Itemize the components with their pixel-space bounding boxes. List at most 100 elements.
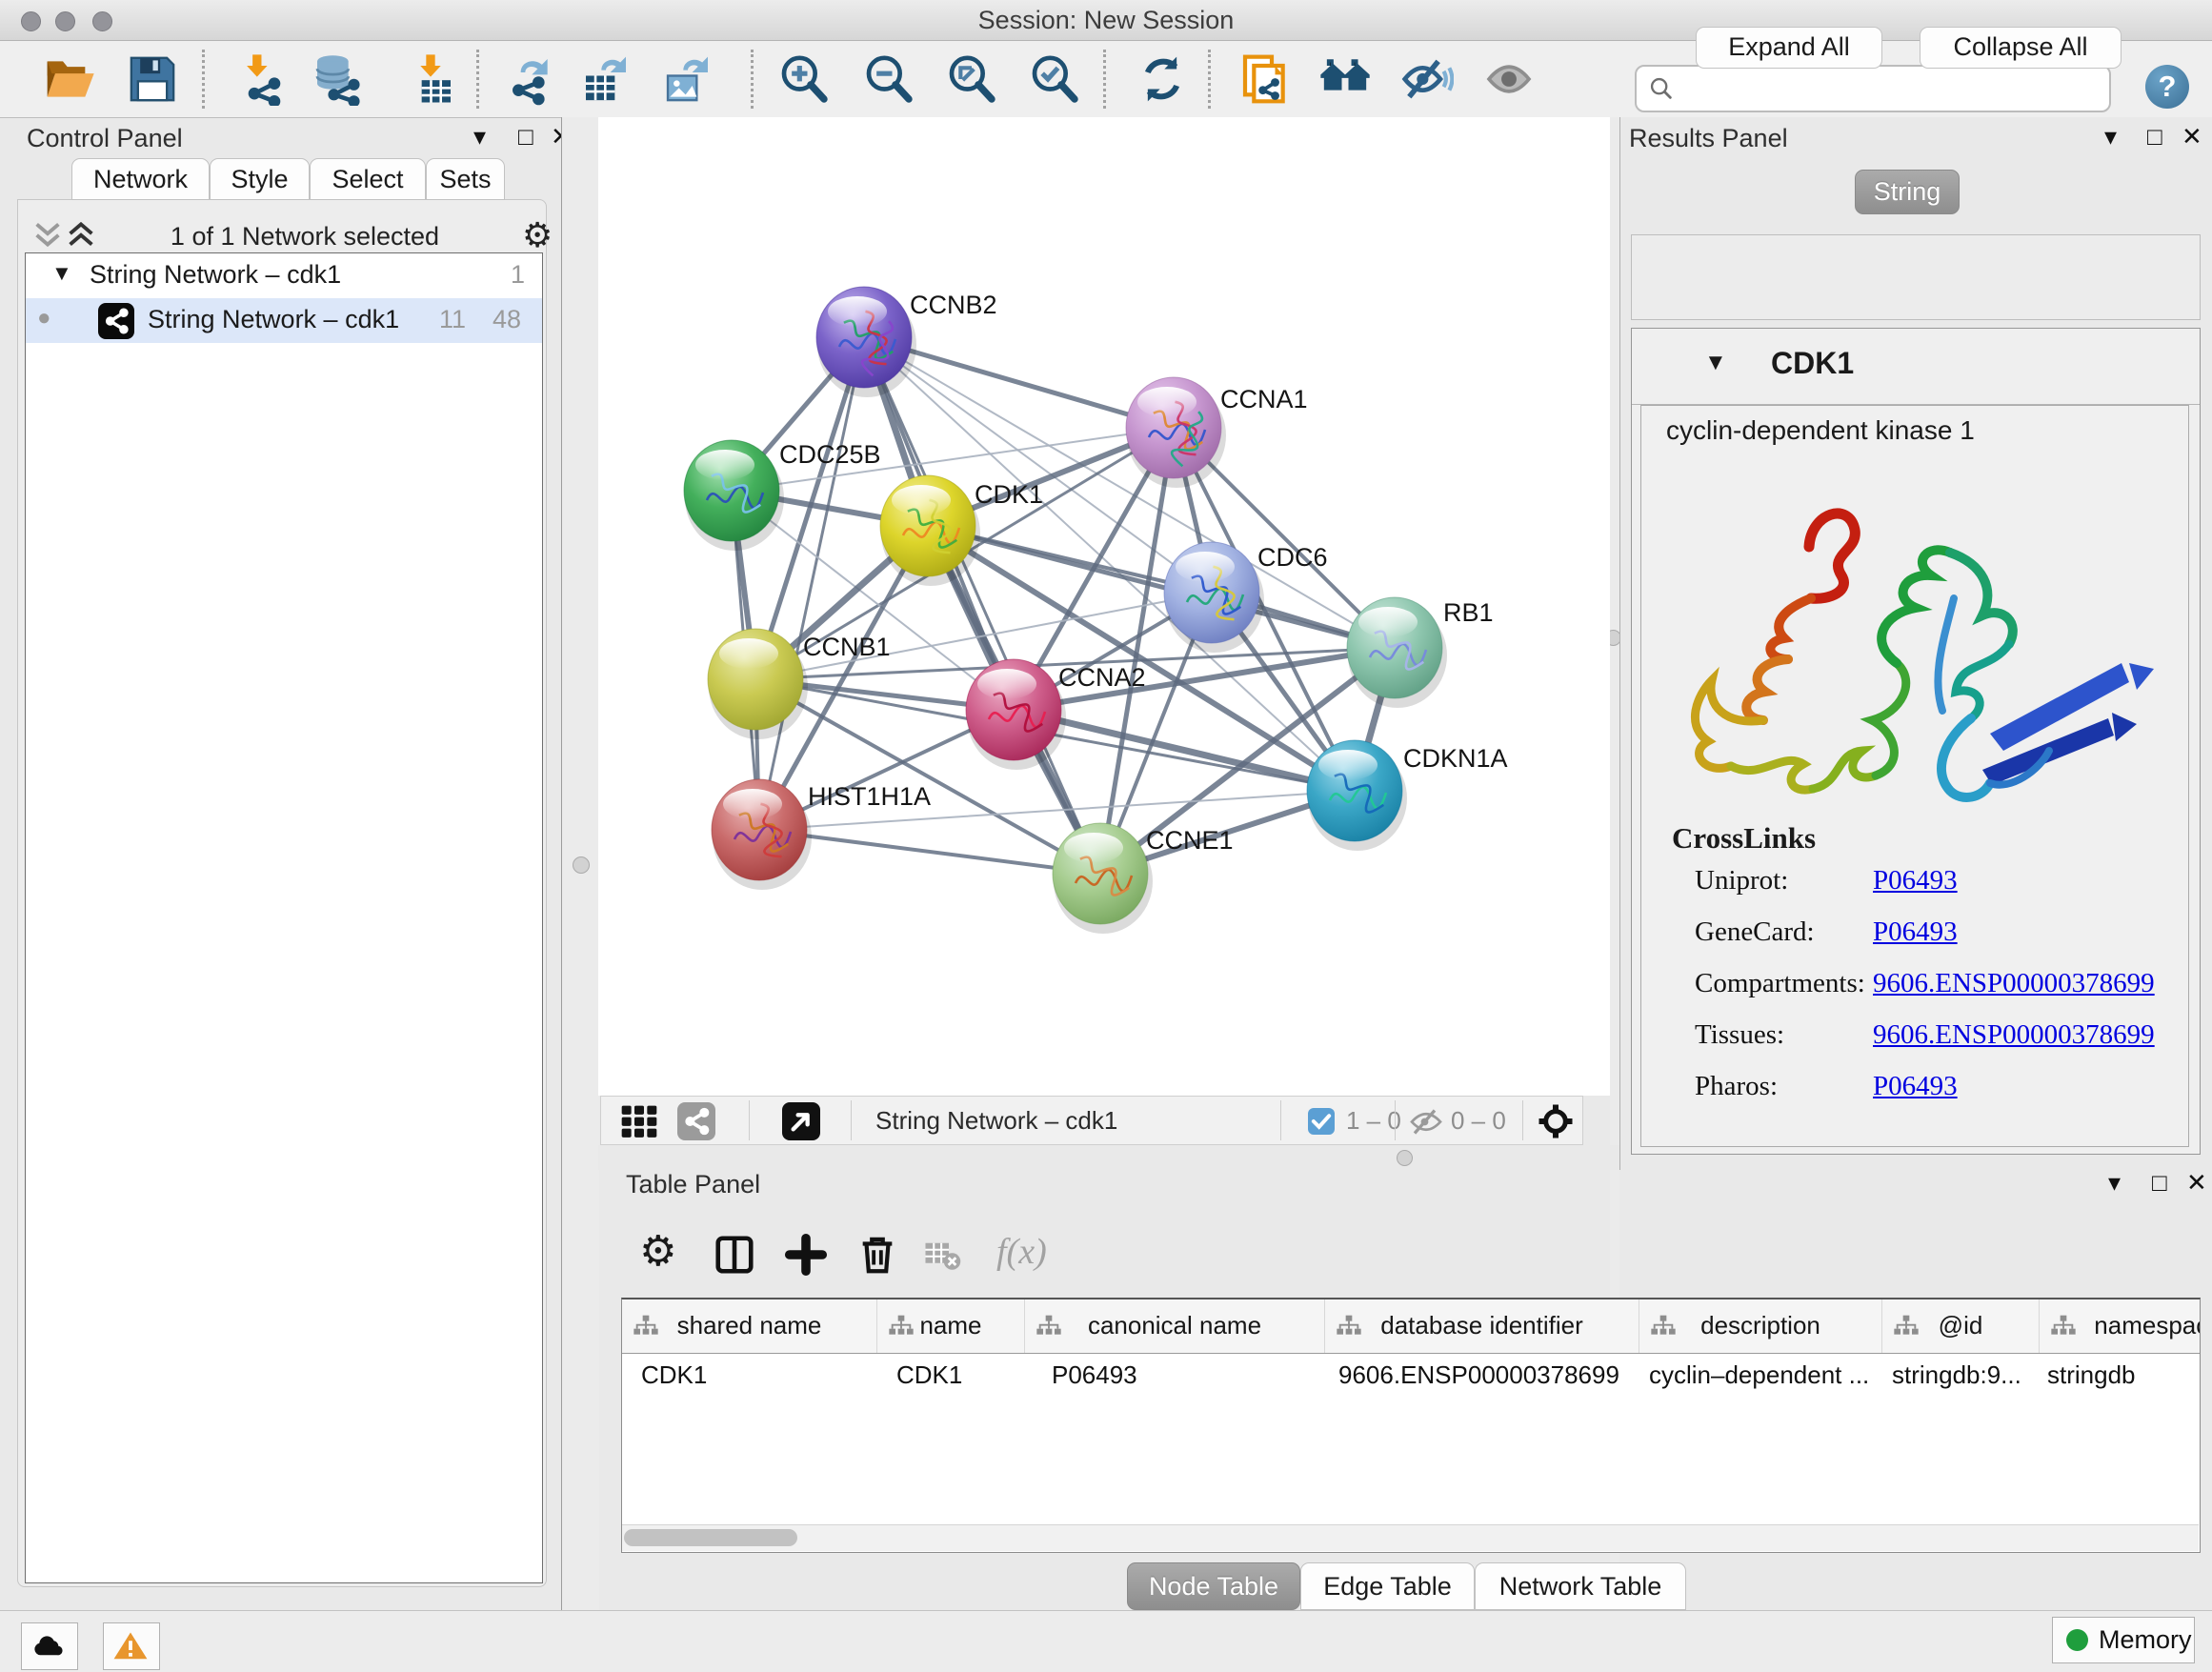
viewbar-separator [1522,1100,1523,1140]
attribute-table[interactable]: shared namenamecanonical namedatabase id… [621,1298,2201,1553]
column-header--id[interactable]: @id [1882,1299,2040,1353]
export-image-icon[interactable] [661,52,714,106]
zoom-fit-icon[interactable] [945,52,998,106]
collection-expand-icon[interactable]: ▼ [51,261,72,286]
crosslink-label: Pharos: [1695,1071,1778,1102]
results-panel-float-icon[interactable]: □ [2147,122,2162,151]
column-header-namespace[interactable]: namespace [2040,1299,2201,1353]
delete-column-icon[interactable] [855,1233,899,1277]
table-hscrollbar-thumb[interactable] [624,1529,797,1546]
hide-selected-icon[interactable] [1400,52,1454,106]
table-settings-gear-icon[interactable]: ⚙ [639,1227,676,1276]
control-panel-float-icon[interactable]: □ [518,122,533,151]
table-header-row[interactable]: shared namenamecanonical namedatabase id… [622,1299,2201,1354]
cloud-button[interactable] [21,1622,78,1670]
results-panel-close-icon[interactable]: ✕ [2182,122,2202,151]
graph-node-CDC6: CDC6 [1164,542,1328,653]
zoom-selected-icon[interactable] [1028,52,1081,106]
control-panel-menu-icon[interactable]: ▾ [473,122,486,151]
column-header-database-identifier[interactable]: database identifier [1325,1299,1639,1353]
memory-button[interactable]: Memory [2052,1617,2195,1663]
tab-node-table[interactable]: Node Table [1127,1562,1300,1610]
show-columns-icon[interactable] [713,1233,756,1277]
expand-all-button[interactable]: Expand All [1696,27,1882,69]
export-table-icon[interactable] [579,52,633,106]
svg-text:CCNA1: CCNA1 [1220,385,1308,413]
tab-edge-table[interactable]: Edge Table [1300,1562,1475,1610]
birds-eye-target-icon[interactable] [1537,1102,1575,1140]
gene-collapse-icon[interactable]: ▼ [1704,350,1727,376]
collapse-all-networks-icon[interactable] [33,222,62,247]
search-input[interactable] [1682,71,2096,105]
gene-section-header[interactable]: ▼ CDK1 [1632,329,2200,405]
tab-network[interactable]: Network [71,158,210,200]
add-column-icon[interactable] [784,1233,828,1277]
table-cell[interactable]: stringdb:9... [1882,1353,2040,1395]
table-panel-menu-icon[interactable]: ▾ [2108,1168,2121,1198]
crosslink-link[interactable]: 9606.ENSP00000378699 [1873,968,2155,999]
warnings-button[interactable] [103,1622,160,1670]
network-selection-status: 1 of 1 Network selected [114,222,495,252]
left-splitter-handle[interactable] [573,856,590,874]
show-all-icon[interactable] [1482,52,1536,106]
import-network-from-database-icon[interactable] [311,52,364,106]
duplicate-network-icon[interactable] [1238,52,1292,106]
import-network-icon[interactable] [234,52,288,106]
table-cell[interactable]: CDK1 [877,1353,1025,1395]
selected-checkbox[interactable] [1308,1108,1335,1135]
tab-style[interactable]: Style [210,158,310,200]
table-cell[interactable]: P06493 [1025,1353,1325,1395]
table-row[interactable]: CDK1CDK1P064939606.ENSP00000378699cyclin… [622,1353,2201,1395]
function-builder-icon: f(x) [996,1231,1047,1273]
table-cell[interactable]: 9606.ENSP00000378699 [1325,1353,1639,1395]
tab-sets[interactable]: Sets [426,158,505,200]
tab-string[interactable]: String [1855,170,1960,214]
table-panel-close-icon[interactable]: ✕ [2186,1168,2207,1198]
detach-view-icon[interactable] [782,1102,820,1140]
zoom-in-icon[interactable] [777,52,831,106]
search-field[interactable] [1635,65,2111,112]
tab-select[interactable]: Select [310,158,426,200]
zoom-out-icon[interactable] [862,52,915,106]
expand-all-networks-icon[interactable] [67,222,95,247]
network-row-selected[interactable]: ● String Network – cdk1 11 48 [26,298,542,343]
collapse-all-button[interactable]: Collapse All [1920,27,2122,69]
network-options-gear-icon[interactable]: ⚙ [522,215,553,255]
column-header-name[interactable]: name [877,1299,1025,1353]
refresh-icon[interactable] [1136,52,1189,106]
export-network-icon[interactable] [503,52,556,106]
column-header-shared-name[interactable]: shared name [622,1299,877,1353]
left-splitter[interactable] [561,117,599,1610]
viewbar-separator [1280,1100,1281,1140]
table-cell[interactable]: stringdb [2040,1353,2201,1395]
toolbar-separator [751,50,754,109]
column-header-canonical-name[interactable]: canonical name [1025,1299,1325,1353]
column-header-description[interactable]: description [1639,1299,1882,1353]
horizontal-splitter-handle[interactable] [1397,1150,1413,1166]
crosslink-link[interactable]: P06493 [1873,1071,1958,1102]
crosslink-link[interactable]: P06493 [1873,917,1958,948]
crosslink-link[interactable]: 9606.ENSP00000378699 [1873,1019,2155,1051]
open-session-icon[interactable] [43,52,96,106]
help-button[interactable]: ? [2145,65,2189,109]
crosslink-link[interactable]: P06493 [1873,865,1958,896]
save-session-icon[interactable] [126,52,179,106]
import-table-icon[interactable] [404,52,457,106]
tab-network-table[interactable]: Network Table [1475,1562,1686,1610]
svg-text:CCNB1: CCNB1 [803,633,891,661]
crosslink-label: Tissues: [1695,1019,1784,1051]
table-cell[interactable]: CDK1 [622,1353,877,1395]
results-panel-menu-icon[interactable]: ▾ [2104,122,2117,151]
grid-view-icon[interactable] [620,1104,658,1138]
table-panel-float-icon[interactable]: □ [2152,1168,2167,1198]
network-collection-row[interactable]: ▼ String Network – cdk1 1 [26,253,542,298]
network-edge-count: 48 [493,305,521,334]
network-canvas[interactable]: CCNB2CCNA1CDC25BCDK1CDC6RB1CCNB1CCNA2CDK… [598,117,1610,1096]
svg-text:RB1: RB1 [1443,598,1494,627]
table-cell[interactable]: cyclin–dependent ... [1639,1353,1882,1395]
table-hscrollbar[interactable] [622,1524,2199,1551]
network-graph[interactable]: CCNB2CCNA1CDC25BCDK1CDC6RB1CCNB1CCNA2CDK… [598,117,1610,1096]
home-networks-icon[interactable] [1318,52,1372,106]
network-view-mode-icon[interactable] [677,1102,715,1140]
gene-details-box: cyclin-dependent kinase 1 [1640,405,2189,1147]
